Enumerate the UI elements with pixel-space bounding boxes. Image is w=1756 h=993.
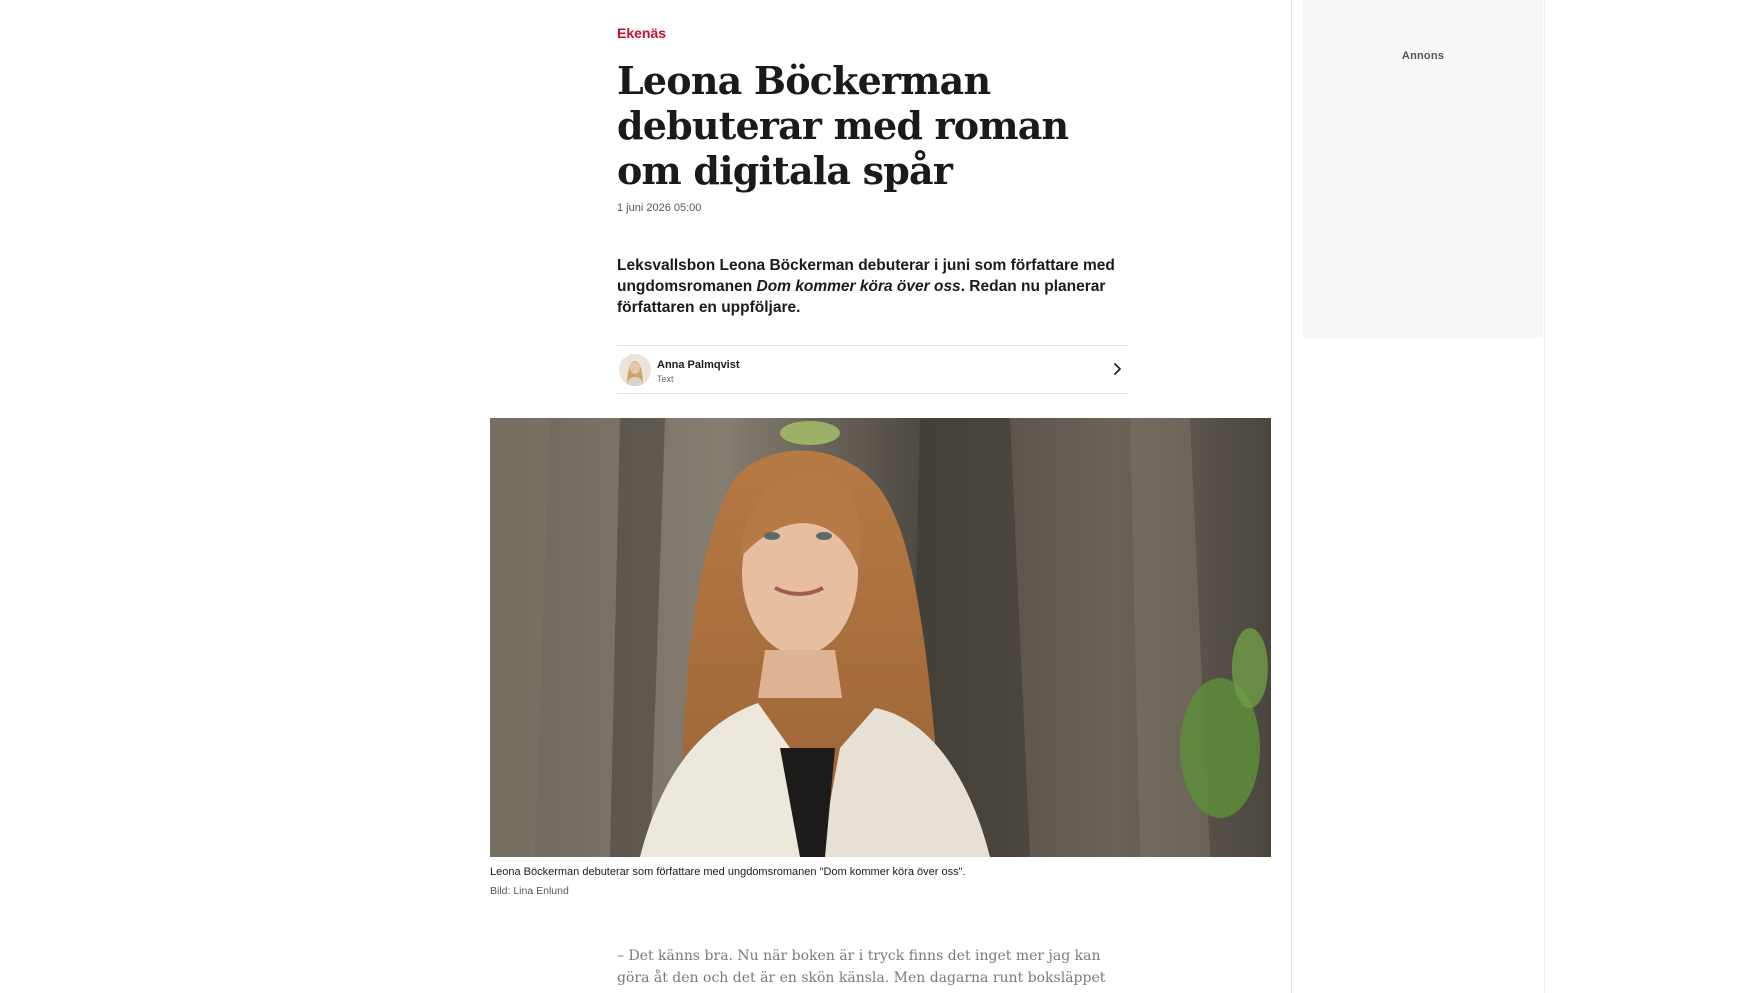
author-avatar (619, 354, 651, 386)
author-name: Anna Palmqvist (657, 359, 740, 371)
article-body-paragraph: – Det känns bra. Nu när boken är i tryck… (617, 948, 1106, 993)
author-byline[interactable]: Anna Palmqvist Text (617, 345, 1129, 394)
publish-date: 1 juni 2026 05:00 (617, 202, 702, 214)
article-photo (490, 418, 1271, 857)
photo-caption: Leona Böckerman debuterar som författare… (490, 866, 966, 878)
author-role: Text (657, 374, 674, 384)
sidebar-edge (1544, 0, 1545, 993)
column-divider (1291, 0, 1292, 993)
book-title: Dom kommer köra över oss (756, 278, 961, 295)
ad-slot[interactable]: Annons (1303, 0, 1543, 338)
article-headline: Leona Böckerman debuterar med roman om d… (617, 58, 1069, 193)
chevron-right-icon (1114, 363, 1121, 375)
photo-credit: Bild: Lina Enlund (490, 885, 569, 897)
article-lead: Leksvallsbon Leona Böckerman debuterar i… (617, 255, 1129, 318)
ad-label: Annons (1401, 50, 1445, 62)
section-link[interactable]: Ekenäs (617, 25, 666, 41)
